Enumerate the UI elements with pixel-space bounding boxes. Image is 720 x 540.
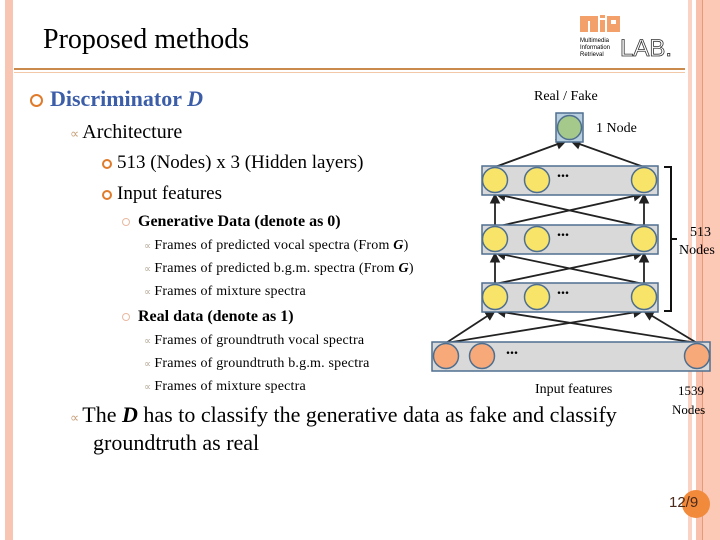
hidden-node <box>630 283 658 311</box>
connection-line <box>494 139 568 168</box>
ellipsis: ... <box>557 281 569 298</box>
hidden-node <box>523 283 551 311</box>
network-diagram <box>431 112 711 372</box>
ellipsis: ... <box>506 341 518 358</box>
hidden-nodes-word: Nodes <box>679 243 715 258</box>
hidden-node <box>523 225 551 253</box>
connection-line <box>569 139 645 168</box>
connection-line <box>445 307 645 344</box>
hidden-node <box>481 283 509 311</box>
page-number: 12/9 <box>669 494 699 511</box>
hidden-layers-bracket <box>664 166 677 312</box>
connection-line <box>494 307 698 344</box>
hidden-nodes-count: 513 <box>690 225 711 240</box>
hidden-node <box>481 166 509 194</box>
hidden-node <box>630 166 658 194</box>
hidden-node <box>630 225 658 253</box>
ellipsis: ... <box>557 223 569 240</box>
input-node <box>432 342 460 370</box>
input-node <box>468 342 496 370</box>
input-nodes-word: Nodes <box>672 402 706 417</box>
hidden-node <box>481 225 509 253</box>
output-nodes-label: 1 Node <box>596 121 637 136</box>
hidden-node <box>523 166 551 194</box>
input-nodes-count: 1539 <box>678 383 704 398</box>
input-node <box>683 342 711 370</box>
output-node <box>556 114 583 141</box>
input-features-label: Input features <box>535 382 613 397</box>
output-label: Real / Fake <box>534 89 598 104</box>
ellipsis: ... <box>557 164 569 181</box>
